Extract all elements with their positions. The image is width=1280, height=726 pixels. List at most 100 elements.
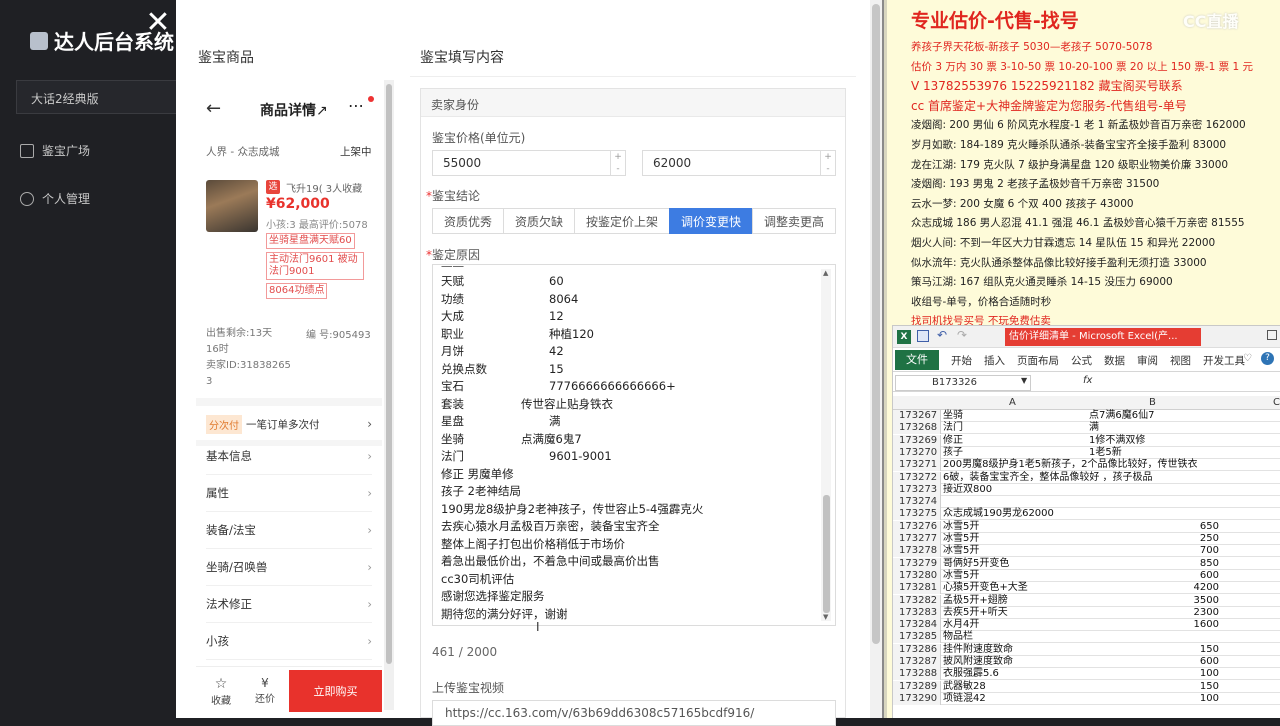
cell-a[interactable]: 冰雪5开	[943, 521, 1088, 533]
ribbon-tab[interactable]: 插入	[984, 353, 1005, 368]
section-mounts[interactable]: 坐骑/召唤兽 ›	[206, 549, 372, 586]
cell-b[interactable]: 满	[1089, 422, 1219, 434]
preview-scrollbar[interactable]	[384, 80, 394, 710]
cell-a[interactable]: 接近双800	[943, 484, 1088, 496]
table-row[interactable]: 173276 冰雪5开 650	[893, 520, 1280, 533]
cell-a[interactable]: 200男魔8级护身1老5新孩子，2个品像比较好，传世铁衣	[943, 459, 1198, 471]
save-icon[interactable]	[917, 330, 929, 342]
cell-b[interactable]: 4200	[1089, 582, 1219, 594]
table-row[interactable]: 173271 200男魔8级护身1老5新孩子，2个品像比较好，传世铁衣	[893, 459, 1280, 472]
share-icon[interactable]: ↗	[316, 103, 328, 119]
cell-b[interactable]: 250	[1089, 533, 1219, 545]
table-row[interactable]: 173281 心猿5开变色+大圣 4200	[893, 582, 1280, 595]
modal-scrollbar[interactable]	[870, 0, 882, 718]
back-icon[interactable]: ←	[206, 98, 221, 119]
cell-a[interactable]: 武器敏28	[943, 681, 1088, 693]
undo-icon[interactable]: ↶	[937, 328, 947, 342]
col-header-c[interactable]: C	[1273, 397, 1280, 408]
table-row[interactable]: 173273 接近双800	[893, 483, 1280, 496]
cell-a[interactable]: 众志成城190男龙62000	[943, 508, 1088, 520]
table-row[interactable]: 173278 冰雪5开 700	[893, 545, 1280, 558]
game-select[interactable]: 大话2经典版	[16, 80, 192, 114]
row-number[interactable]: 173288	[893, 668, 941, 681]
cell-a[interactable]: 冰雪5开	[943, 545, 1088, 557]
conclusion-option[interactable]: 资质欠缺	[503, 208, 575, 234]
cell-b[interactable]: 3500	[1089, 595, 1219, 607]
cell-a[interactable]: 坐骑	[943, 410, 1088, 422]
col-header-b[interactable]: B	[1149, 397, 1156, 408]
table-row[interactable]: 173290 项链混42 100	[893, 692, 1280, 705]
table-row[interactable]: 173279 哥俩好5开变色 850	[893, 557, 1280, 570]
row-number[interactable]: 173283	[893, 606, 941, 619]
row-number[interactable]: 173284	[893, 619, 941, 632]
row-number[interactable]: 173280	[893, 569, 941, 582]
row-number[interactable]: 173279	[893, 557, 941, 570]
installment-row[interactable]: 分次付 一笔订单多次付 ›	[206, 410, 372, 438]
row-number[interactable]: 173271	[893, 459, 941, 472]
heart-icon[interactable]: ♡	[1243, 353, 1252, 364]
scroll-thumb[interactable]	[386, 84, 392, 664]
cell-b[interactable]: 150	[1089, 644, 1219, 656]
section-spell-correction[interactable]: 法术修正 ›	[206, 586, 372, 623]
table-row[interactable]: 173288 衣服强霹5.6 100	[893, 668, 1280, 681]
scroll-thumb[interactable]	[823, 495, 830, 613]
cell-a[interactable]: 挂件附速度致命	[943, 644, 1088, 656]
ribbon-tab[interactable]: 页面布局	[1017, 353, 1059, 368]
cell-b[interactable]: 850	[1089, 558, 1219, 570]
cell-b[interactable]: 700	[1089, 545, 1219, 557]
cell-b[interactable]: 100	[1089, 668, 1219, 680]
section-children[interactable]: 小孩 ›	[206, 623, 372, 660]
table-row[interactable]: 173285 物品栏	[893, 631, 1280, 644]
table-row[interactable]: 173284 水月4开 1600	[893, 619, 1280, 632]
row-number[interactable]: 173289	[893, 680, 941, 693]
row-number[interactable]: 173276	[893, 520, 941, 533]
cell-a[interactable]: 物品栏	[943, 631, 1088, 643]
conclusion-option-active[interactable]: 调价变更快	[669, 208, 753, 234]
table-row[interactable]: 173277 冰雪5开 250	[893, 533, 1280, 545]
ribbon-tab[interactable]: 视图	[1170, 353, 1191, 368]
cell-a[interactable]: 项链混42	[943, 693, 1088, 705]
row-number[interactable]: 173287	[893, 656, 941, 668]
table-row[interactable]: 173275 众志成城190男龙62000	[893, 508, 1280, 521]
table-row[interactable]: 173269 修正 1修不满双修	[893, 434, 1280, 447]
price-min-stepper[interactable]: + -	[610, 151, 625, 175]
row-number[interactable]: 173285	[893, 631, 941, 644]
cell-a[interactable]: 修正	[943, 435, 1088, 447]
reason-scrollbar[interactable]: ▲ ▼	[821, 269, 831, 621]
ribbon-tab[interactable]: 审阅	[1137, 353, 1158, 368]
ribbon-tab[interactable]: 数据	[1104, 353, 1125, 368]
cell-a[interactable]: 冰雪5开	[943, 533, 1088, 545]
more-icon[interactable]: ⋯	[348, 96, 364, 115]
section-attributes[interactable]: 属性 ›	[206, 475, 372, 512]
ribbon-file-tab[interactable]: 文件	[895, 350, 939, 370]
cell-b[interactable]: 600	[1089, 656, 1219, 668]
cell-b[interactable]: 1老5新	[1089, 447, 1219, 459]
row-number[interactable]: 173273	[893, 483, 941, 496]
favorite-button[interactable]: ☆ 收藏	[206, 676, 236, 707]
redo-icon[interactable]: ↷	[957, 328, 967, 342]
cell-a[interactable]: 衣服强霹5.6	[943, 668, 1088, 680]
scroll-down-icon[interactable]: ▼	[823, 613, 828, 621]
row-number[interactable]: 173274	[893, 496, 941, 509]
table-row[interactable]: 173267 坐骑 点7满6魔6仙7	[893, 410, 1280, 422]
row-number[interactable]: 173286	[893, 643, 941, 656]
table-row[interactable]: 173280 冰雪5开 600	[893, 569, 1280, 582]
help-icon[interactable]: ?	[1261, 352, 1274, 365]
maximize-icon[interactable]	[1267, 330, 1277, 340]
cell-a[interactable]: 披风附速度致命	[943, 656, 1088, 668]
cell-b[interactable]: 650	[1089, 521, 1219, 533]
table-row[interactable]: 173289 武器敏28 150	[893, 680, 1280, 693]
row-number[interactable]: 173277	[893, 533, 941, 545]
price-min-input[interactable]: 55000	[432, 150, 626, 176]
close-icon[interactable]: ✕	[142, 8, 174, 40]
row-number[interactable]: 173267	[893, 410, 941, 422]
row-number[interactable]: 173272	[893, 471, 941, 484]
table-row[interactable]: 173274	[893, 496, 1280, 509]
bargain-button[interactable]: ¥ 还价	[250, 676, 280, 705]
row-number[interactable]: 173290	[893, 692, 941, 705]
nav-item-plaza[interactable]: 鉴宝广场	[20, 142, 90, 159]
row-number[interactable]: 173270	[893, 446, 941, 459]
reason-textarea[interactable]: 一一 天赋 60 功绩 8064 大成 12 职业 种植120 月饼 42 兑换点数 15 宝石 7776…	[432, 264, 836, 626]
cell-b[interactable]: 100	[1089, 693, 1219, 705]
scroll-up-icon[interactable]: ▲	[823, 269, 828, 277]
